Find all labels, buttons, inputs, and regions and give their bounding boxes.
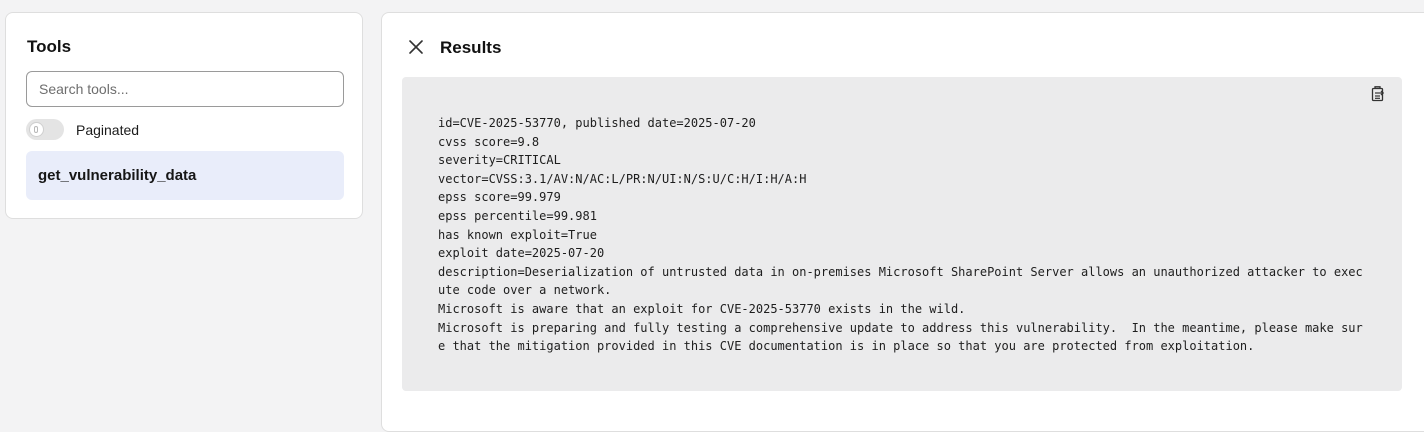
- paginated-toggle[interactable]: [26, 119, 64, 140]
- results-text: id=CVE-2025-53770, published date=2025-0…: [438, 116, 1363, 354]
- results-code-box: id=CVE-2025-53770, published date=2025-0…: [402, 77, 1402, 391]
- tools-panel: Tools Paginated get_vulnerability_data: [5, 12, 363, 219]
- copy-icon[interactable]: [1370, 85, 1388, 103]
- search-tools-input[interactable]: [26, 71, 344, 107]
- toggle-knob: [30, 123, 43, 136]
- close-icon[interactable]: [406, 37, 426, 57]
- paginated-toggle-row: Paginated: [26, 119, 139, 140]
- results-panel: Results id=CVE-2025-53770, published dat…: [381, 12, 1424, 432]
- tool-item-get-vulnerability-data[interactable]: get_vulnerability_data: [26, 151, 344, 200]
- paginated-label: Paginated: [76, 121, 140, 138]
- tools-title: Tools: [27, 37, 72, 56]
- results-title: Results: [440, 38, 502, 57]
